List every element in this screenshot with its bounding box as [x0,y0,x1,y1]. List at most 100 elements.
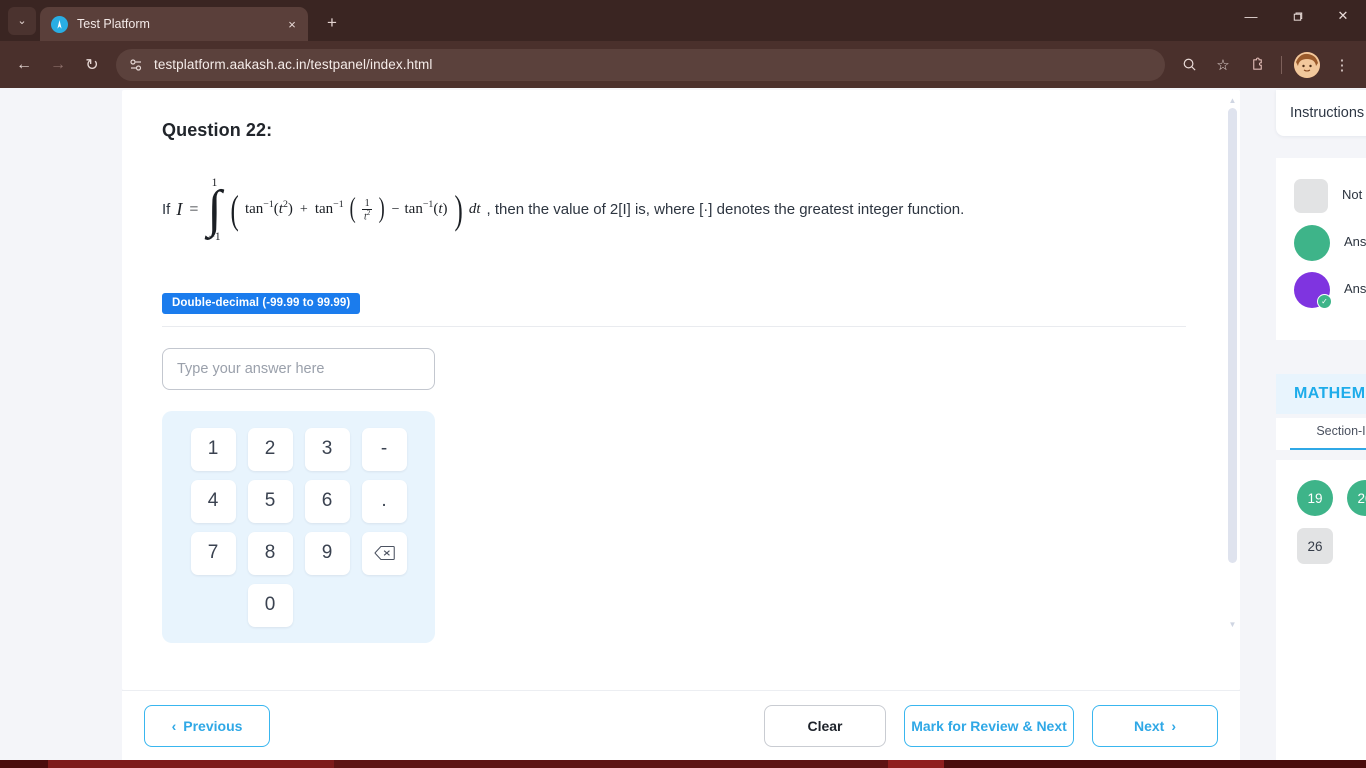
section-tab-bar: Section-I [1276,418,1366,450]
section-tab-1[interactable]: Section-I [1316,424,1365,444]
integral-lower-limit: −1 [208,230,221,243]
fraction-numerator: 1 [364,197,370,209]
key-2[interactable]: 2 [247,427,293,471]
content-scrollbar[interactable]: ▲ ▼ [1225,90,1240,690]
close-window-icon[interactable]: ✕ [1320,0,1366,32]
zoom-icon[interactable] [1173,49,1205,81]
answer-input[interactable] [162,347,435,390]
integrand-term-2: tan−1 [314,199,344,218]
tab-title: Test Platform [77,17,150,31]
question-number-19[interactable]: 19 [1297,480,1333,516]
question-number-grid: 19 20 26 [1276,460,1366,760]
browser-toolbar: ← → ↻ testplatform.aakash.ac.in/testpane… [0,41,1366,88]
taskbar-segment-2 [334,760,888,768]
question-palette-sidebar: Instructions Not Visited Answered ✓ Answ… [1276,88,1366,760]
integrand-minus: − [391,202,400,218]
math-formula: I = 1 ∫ −1 ( tan−1(t2) + tan−1 (1 t2) … [176,175,480,245]
scrollbar-thumb[interactable] [1228,108,1237,563]
minimize-icon[interactable]: — [1228,0,1274,32]
tab-search-icon[interactable]: ⌄ [8,7,36,35]
chevron-left-icon: ‹ [171,717,177,734]
previous-button-label: Previous [183,717,243,734]
toolbar-divider [1281,55,1282,74]
browser-tabstrip: ⌄ Test Platform × + — ✕ [0,0,1366,41]
mark-for-review-next-button[interactable]: Mark for Review & Next [904,704,1074,747]
key-blank-1 [191,584,236,627]
browser-window: ⌄ Test Platform × + — ✕ ← → ↻ testplatfo… [0,0,1366,768]
integral-symbol-group: 1 ∫ −1 [207,175,221,245]
browser-tab[interactable]: Test Platform × [40,7,308,41]
question-tail-text: , then the value of 2[I] is, where [·] d… [486,201,965,219]
close-paren-inner: ) [378,193,385,225]
clear-button[interactable]: Clear [764,704,886,747]
key-8[interactable]: 8 [247,531,293,575]
extensions-puzzle-icon[interactable] [1241,49,1273,81]
forward-icon[interactable]: → [42,49,74,81]
scroll-up-arrow-icon[interactable]: ▲ [1228,96,1237,105]
formula-variable: I [176,199,183,220]
open-paren-outer: ( [230,186,239,232]
bookmark-star-icon[interactable]: ☆ [1207,49,1239,81]
key-blank-3 [362,584,407,627]
answer-type-row: Double-decimal (-99.99 to 99.99) [162,292,1200,314]
key-blank-2 [305,584,350,627]
scroll-down-arrow-icon[interactable]: ▼ [1228,620,1237,629]
formula-equals: = [189,200,199,218]
profile-avatar-icon[interactable] [1294,51,1320,78]
review-check-badge-icon: ✓ [1317,293,1332,309]
instructions-button[interactable]: Instructions [1276,90,1366,136]
toolbar-right-icons: ☆ ⋮ [1173,49,1358,81]
question-content: Question 22: If I = 1 ∫ −1 ( tan−1(t2) +… [122,90,1240,643]
key-1[interactable]: 1 [190,427,236,471]
differential-dt: dt [468,201,481,218]
key-3[interactable]: 3 [304,427,350,471]
maximize-icon[interactable] [1274,0,1320,32]
legend-item-not-visited: Not Visited [1294,172,1366,219]
key-7[interactable]: 7 [190,531,236,575]
site-settings-icon[interactable] [128,57,144,73]
answered-marked-swatch-icon: ✓ [1294,271,1332,309]
previous-button[interactable]: ‹ Previous [144,704,270,747]
legend-label-not-visited: Not Visited [1342,187,1366,203]
close-paren-outer: ) [454,186,463,232]
key-0[interactable]: 0 [247,583,293,627]
subject-header: MATHEMATICS [1276,374,1366,414]
section-tab-underline [1290,448,1366,450]
chevron-right-icon: › [1171,717,1177,734]
integrand-plus: + [299,202,308,218]
numeric-keypad: 1 2 3 - 4 5 6 . 7 8 9 0 [162,410,435,643]
chevron-down-icon: ⌄ [17,14,27,27]
key-6[interactable]: 6 [304,479,350,523]
browser-menu-icon[interactable]: ⋮ [1326,49,1358,81]
page-viewport: Question 22: If I = 1 ∫ −1 ( tan−1(t2) +… [0,88,1366,760]
key-9[interactable]: 9 [304,531,350,575]
key-minus[interactable]: - [361,427,407,471]
legend-label-answered: Answered [1344,234,1366,250]
answered-swatch-icon [1294,224,1330,261]
integrand-term-3: tan−1(t) [404,199,448,218]
address-bar[interactable]: testplatform.aakash.ac.in/testpanel/inde… [116,48,1165,81]
back-icon[interactable]: ← [8,49,40,81]
new-tab-button[interactable]: + [318,9,346,37]
key-backspace[interactable] [361,531,407,575]
fraction-one-over-t-squared: 1 t2 [361,197,373,222]
address-bar-url: testplatform.aakash.ac.in/testpanel/inde… [154,57,433,72]
tab-close-icon[interactable]: × [284,17,300,32]
integral-sign-icon: ∫ [207,181,222,239]
question-number-20[interactable]: 20 [1347,480,1366,516]
aakash-logo-icon [51,15,68,33]
reload-icon[interactable]: ↻ [76,49,108,81]
key-5[interactable]: 5 [247,479,293,523]
key-decimal[interactable]: . [361,479,407,523]
question-title: Question 22: [162,120,273,140]
next-button[interactable]: Next › [1092,704,1218,747]
window-controls: — ✕ [1228,0,1366,41]
section-divider [162,325,1186,327]
status-legend: Not Visited Answered ✓ Answered & Marked… [1276,158,1366,340]
key-4[interactable]: 4 [190,479,236,523]
question-prefix: If [162,201,171,219]
taskbar-segment-3 [888,760,944,768]
question-number-26[interactable]: 26 [1297,528,1333,564]
fraction-denominator: t2 [361,208,373,222]
question-card: Question 22: If I = 1 ∫ −1 ( tan−1(t2) +… [122,90,1240,690]
